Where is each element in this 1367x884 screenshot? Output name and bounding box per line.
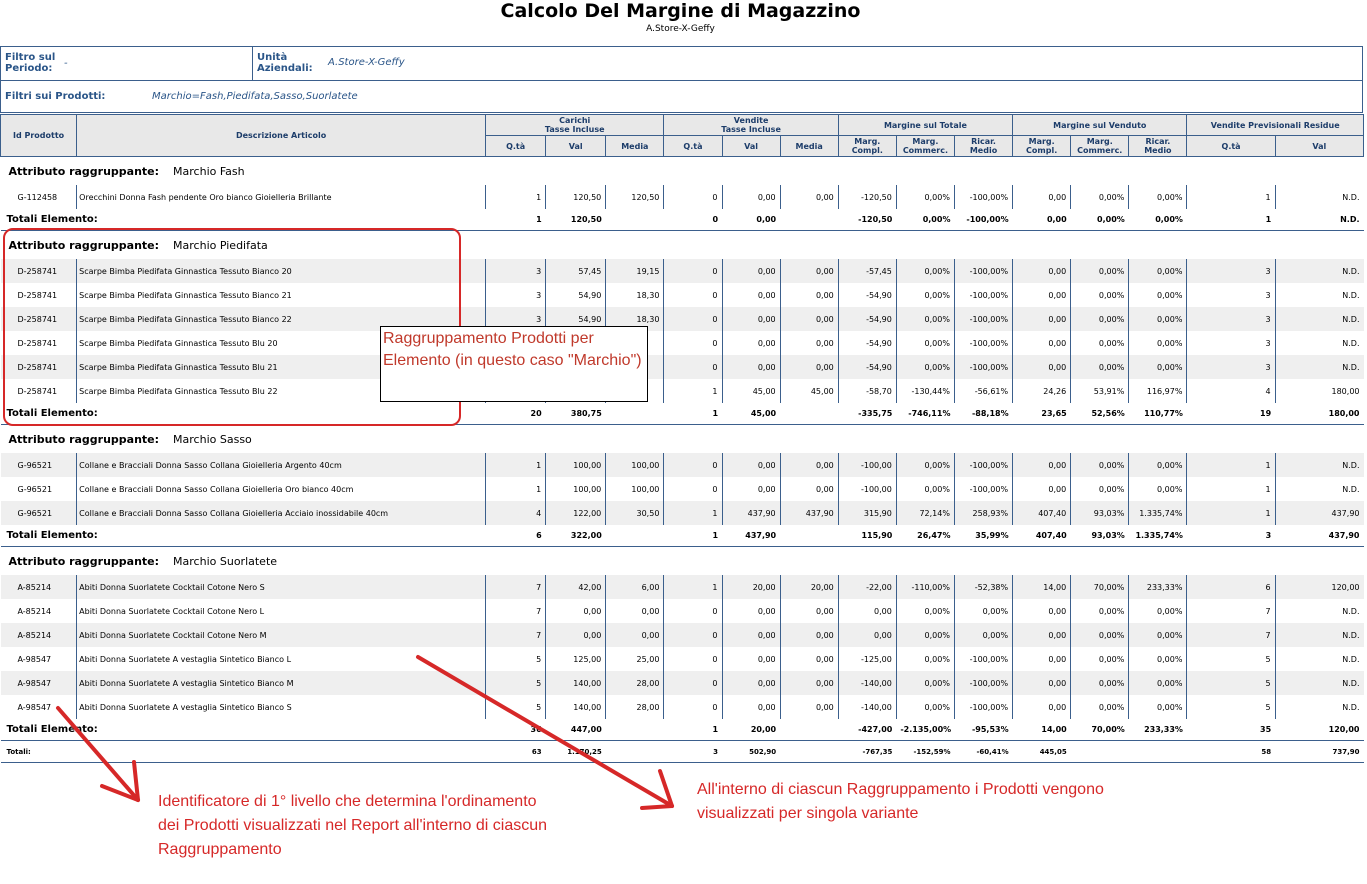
annotation-arrows xyxy=(56,655,674,810)
note-variant-display: All'interno di ciascun Raggruppamento i … xyxy=(697,781,1104,822)
right-arrow-shaft xyxy=(416,655,674,808)
left-arrow-shaft xyxy=(56,706,140,802)
right-arrow-head-b xyxy=(640,804,674,810)
note-first-level-identifier: Identificatore di 1° livello che determi… xyxy=(158,793,548,858)
